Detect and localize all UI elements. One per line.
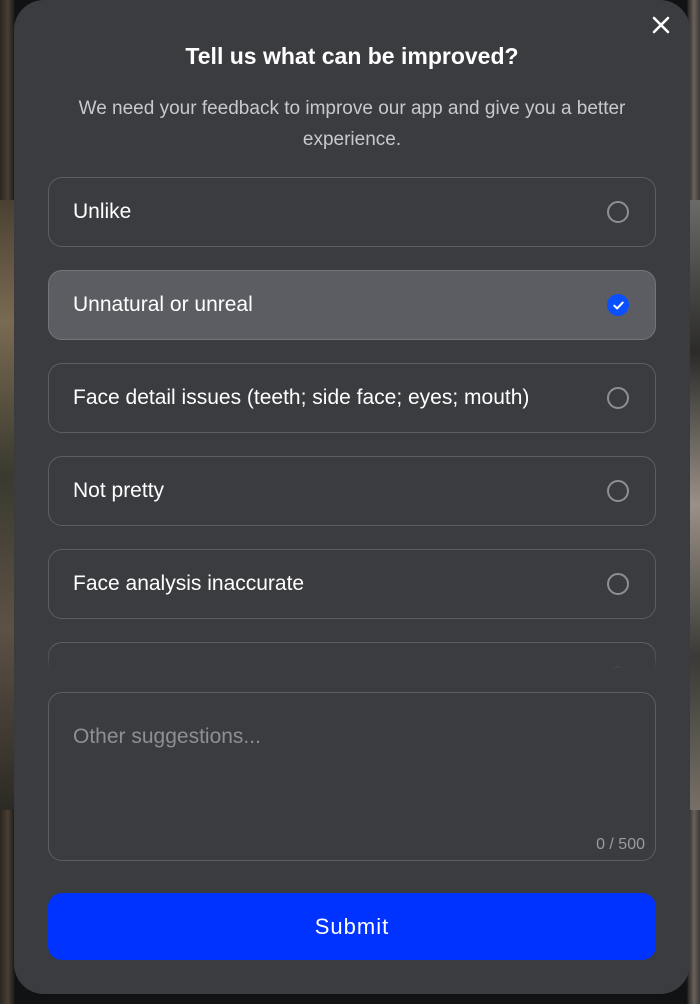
radio-button[interactable] xyxy=(607,573,629,595)
suggestions-input[interactable] xyxy=(49,693,655,860)
submit-button[interactable]: Submit xyxy=(48,893,656,960)
feedback-options-list[interactable]: Unlike Unnatural or unreal Face detail i… xyxy=(48,177,656,669)
option-face-analysis-inaccurate[interactable]: Face analysis inaccurate xyxy=(48,549,656,619)
modal-title: Tell us what can be improved? xyxy=(185,43,519,69)
check-icon xyxy=(612,301,624,309)
option-label: Face detail issues (teeth; side face; ey… xyxy=(73,386,530,409)
radio-button[interactable] xyxy=(607,480,629,502)
option-label: Unnatural or unreal xyxy=(73,293,253,316)
character-counter: 0 / 500 xyxy=(596,836,645,853)
radio-button[interactable] xyxy=(607,201,629,223)
list-fade-overlay xyxy=(48,649,656,669)
radio-button[interactable] xyxy=(607,387,629,409)
background-left-edge xyxy=(0,200,15,810)
suggestions-box: 0 / 500 xyxy=(48,692,656,861)
option-face-detail-issues[interactable]: Face detail issues (teeth; side face; ey… xyxy=(48,363,656,433)
modal-subtitle: We need your feedback to improve our app… xyxy=(78,98,626,150)
option-label: Unlike xyxy=(73,200,132,223)
option-not-pretty[interactable]: Not pretty xyxy=(48,456,656,526)
option-label: Not pretty xyxy=(73,479,165,502)
close-button[interactable] xyxy=(648,12,674,38)
option-label: Face analysis inaccurate xyxy=(73,572,305,595)
option-unnatural-or-unreal[interactable]: Unnatural or unreal xyxy=(48,270,656,340)
feedback-modal: Tell us what can be improved? We need yo… xyxy=(14,0,690,994)
radio-button-checked[interactable] xyxy=(607,294,629,316)
option-unlike[interactable]: Unlike xyxy=(48,177,656,247)
close-icon xyxy=(652,16,670,34)
